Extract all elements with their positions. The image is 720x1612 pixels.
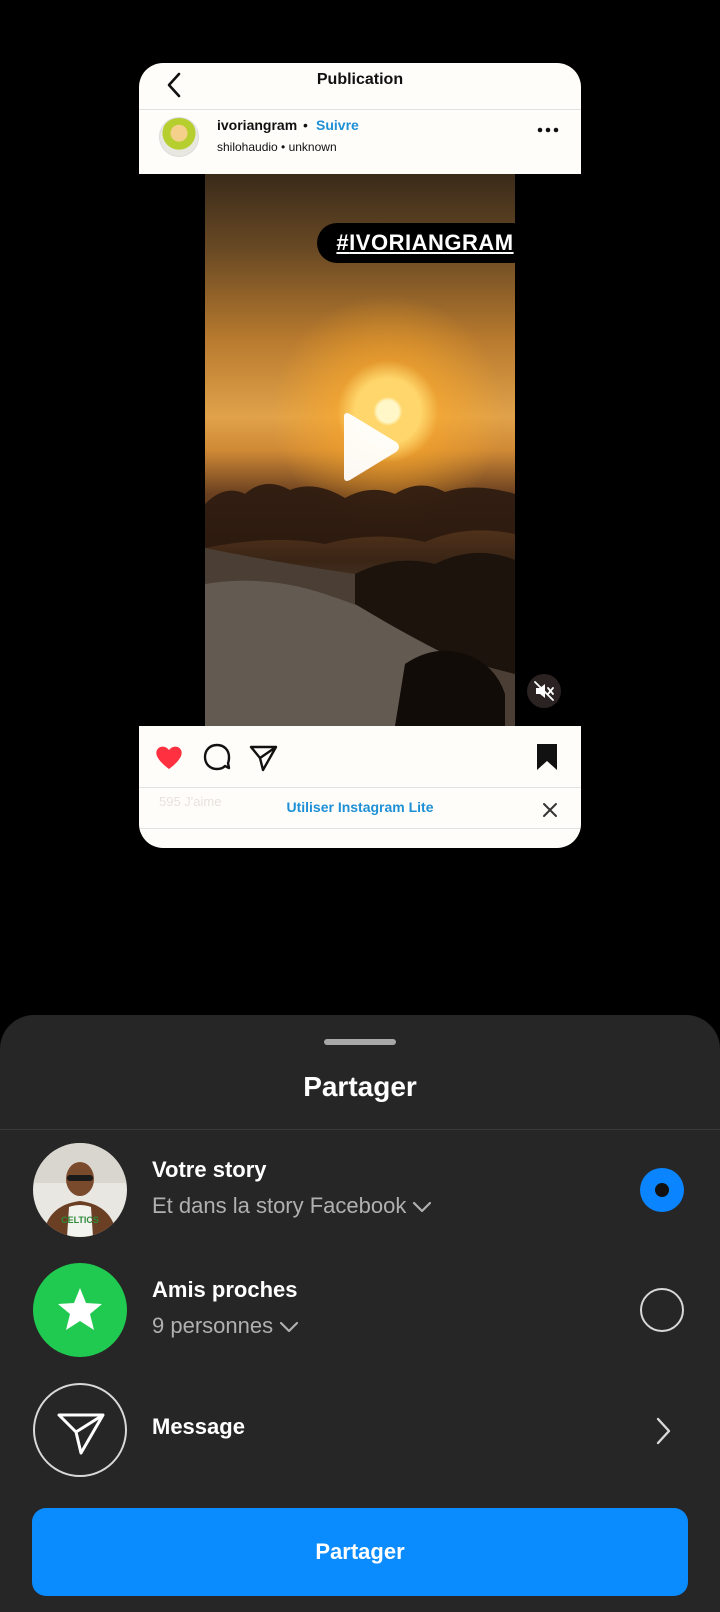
use-instagram-lite-link[interactable]: Utiliser Instagram Lite bbox=[139, 799, 581, 815]
share-sheet: Partager CELTICS Votre story Et dans la … bbox=[0, 1015, 720, 1612]
divider bbox=[0, 1129, 720, 1130]
option-title: Message bbox=[152, 1414, 245, 1439]
svg-text:CELTICS: CELTICS bbox=[61, 1215, 99, 1225]
option-subtitle[interactable]: Et dans la story Facebook bbox=[152, 1193, 432, 1219]
message-badge bbox=[33, 1383, 127, 1477]
instagram-lite-banner: 595 J'aime Utiliser Instagram Lite bbox=[139, 788, 581, 829]
option-title: Amis proches bbox=[152, 1277, 298, 1302]
star-icon bbox=[58, 1288, 102, 1330]
user-avatar: CELTICS bbox=[33, 1143, 127, 1237]
hashtag-text: IVORIANGRAM bbox=[349, 230, 514, 255]
rocks-silhouette bbox=[205, 483, 515, 726]
sheet-title: Partager bbox=[303, 1071, 417, 1102]
hashtag-hash: # bbox=[336, 230, 350, 255]
share-option-close-friends[interactable]: Amis proches 9 personnes bbox=[0, 1263, 720, 1363]
hashtag-sticker[interactable]: #IVORIANGRAM bbox=[317, 223, 533, 263]
author-avatar[interactable] bbox=[159, 117, 199, 157]
author-username[interactable]: ivoriangram bbox=[217, 117, 297, 133]
option-title: Votre story bbox=[152, 1157, 267, 1182]
option-subtitle-text: 9 personnes bbox=[152, 1313, 274, 1338]
more-options-icon[interactable] bbox=[533, 120, 563, 140]
chevron-down-icon bbox=[279, 1322, 299, 1333]
send-icon bbox=[57, 1413, 105, 1455]
close-icon[interactable] bbox=[541, 801, 559, 819]
chevron-down-icon bbox=[413, 1202, 432, 1213]
page-title: Publication bbox=[316, 71, 404, 88]
post-author-row: ivoriangram • Suivre shilohaudio • unkno… bbox=[139, 110, 581, 172]
chevron-right-icon[interactable] bbox=[654, 1416, 672, 1446]
mute-button[interactable] bbox=[527, 674, 561, 708]
comment-icon[interactable] bbox=[201, 741, 233, 773]
speaker-muted-icon bbox=[534, 681, 554, 701]
story-radio-selected[interactable] bbox=[640, 1168, 684, 1212]
option-subtitle[interactable]: 9 personnes bbox=[152, 1313, 299, 1339]
sheet-drag-handle[interactable] bbox=[324, 1039, 396, 1045]
post-actions-bar bbox=[139, 727, 581, 788]
share-option-message[interactable]: Message bbox=[0, 1383, 720, 1483]
post-card: Publication ivoriangram • Suivre shiloha… bbox=[139, 63, 581, 848]
play-icon[interactable] bbox=[324, 407, 404, 487]
post-media[interactable]: #IVORIANGRAM bbox=[139, 174, 581, 726]
share-button[interactable]: Partager bbox=[32, 1508, 688, 1596]
bookmark-icon[interactable] bbox=[531, 741, 563, 773]
send-icon[interactable] bbox=[247, 741, 279, 773]
option-subtitle-text: Et dans la story Facebook bbox=[152, 1193, 407, 1218]
audio-location-subtitle[interactable]: shilohaudio • unknown bbox=[217, 140, 337, 154]
follow-button[interactable]: Suivre bbox=[316, 117, 359, 133]
share-option-story[interactable]: CELTICS Votre story Et dans la story Fac… bbox=[0, 1143, 720, 1243]
close-friends-radio[interactable] bbox=[640, 1288, 684, 1332]
close-friends-badge bbox=[33, 1263, 127, 1357]
separator-dot: • bbox=[303, 117, 308, 133]
post-header-bar: Publication bbox=[139, 63, 581, 110]
heart-icon[interactable] bbox=[153, 741, 185, 773]
